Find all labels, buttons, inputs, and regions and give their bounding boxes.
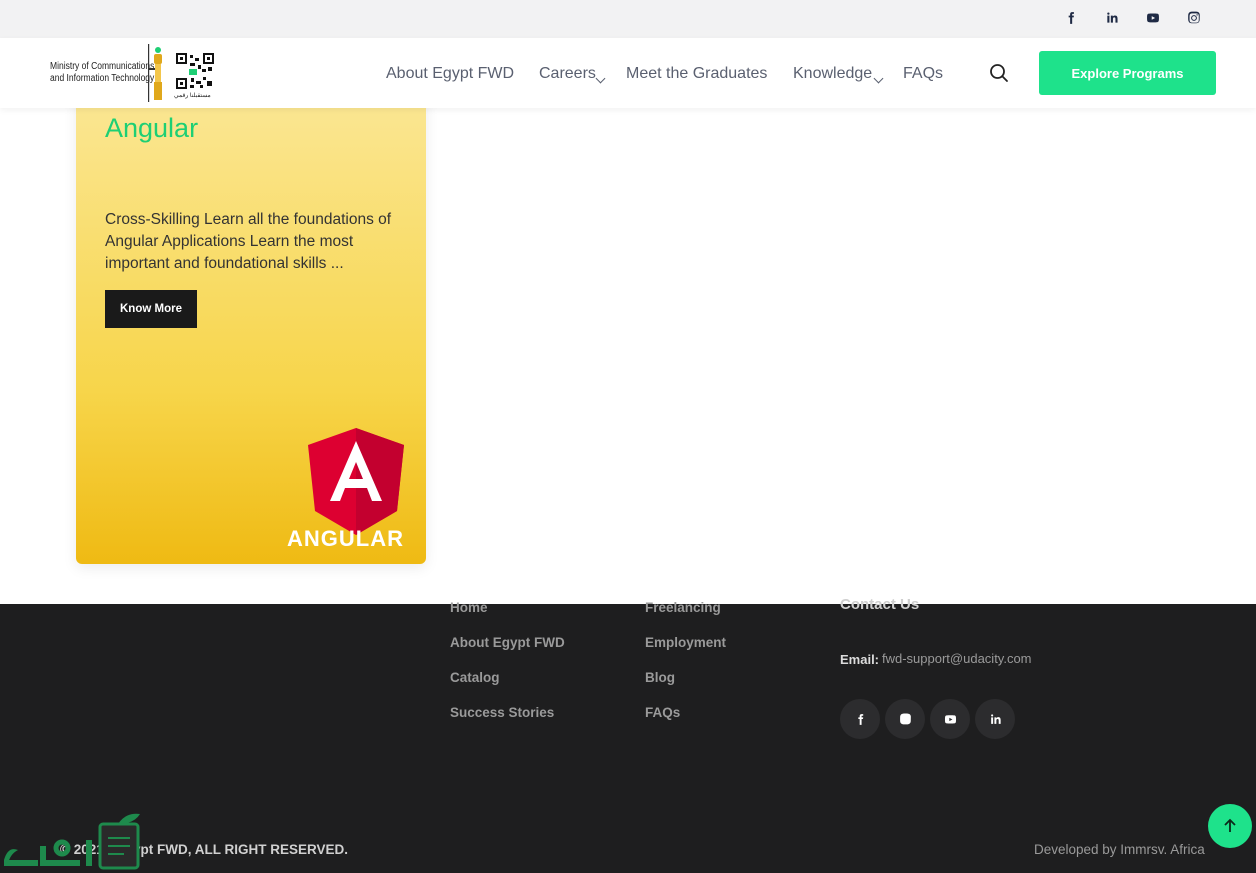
footer-facebook-icon[interactable] (840, 699, 880, 739)
nav-about[interactable]: About Egypt FWD (386, 65, 514, 83)
knowledge-chevron-down-icon[interactable] (873, 73, 884, 84)
angular-logo-icon (308, 428, 404, 535)
site-watermark-logo (4, 813, 140, 870)
footer-link-about[interactable]: About Egypt FWD (450, 635, 565, 650)
main-navbar: Ministry of Communications and Informati… (0, 38, 1256, 108)
footer-link-faqs[interactable]: FAQs (645, 705, 680, 720)
nav-meet-graduates[interactable]: Meet the Graduates (626, 65, 767, 83)
scroll-to-top-button[interactable] (1208, 804, 1252, 848)
contact-heading: Contact Us (840, 596, 920, 613)
know-more-button[interactable]: Know More (105, 290, 197, 328)
pharaoh-figure-icon (148, 44, 162, 102)
footer-link-catalog[interactable]: Catalog (450, 670, 500, 685)
footer-link-success-stories[interactable]: Success Stories (450, 705, 554, 720)
course-description: Cross-Skilling Learn all the foundations… (105, 211, 392, 272)
footer-link-blog[interactable]: Blog (645, 670, 675, 685)
top-social-bar (0, 0, 1256, 38)
course-title[interactable]: Angular (105, 113, 198, 144)
course-card: Angular Cross-Skilling Learn all the fou… (76, 70, 426, 564)
explore-programs-button[interactable]: Explore Programs (1039, 51, 1216, 95)
nav-faqs[interactable]: FAQs (903, 65, 943, 83)
ministry-logo[interactable]: Ministry of Communications and Informati… (50, 44, 220, 102)
developer-credit[interactable]: Developed by Immrsv. Africa (1034, 842, 1205, 857)
footer-linkedin-icon[interactable] (975, 699, 1015, 739)
footer-link-freelancing[interactable]: Freelancing (645, 600, 721, 615)
instagram-icon[interactable] (1184, 8, 1204, 28)
qr-caption: مستقبلنا رقمي (174, 93, 211, 99)
search-icon[interactable] (988, 62, 1010, 84)
linkedin-icon[interactable] (1102, 8, 1122, 28)
youtube-icon[interactable] (1143, 8, 1163, 28)
facebook-icon[interactable] (1061, 8, 1081, 28)
angular-logo-text: ANGULAR (287, 526, 404, 551)
nav-knowledge[interactable]: Knowledge (793, 65, 872, 83)
footer: Home About Egypt FWD Catalog Success Sto… (0, 596, 1256, 873)
footer-instagram-icon[interactable] (885, 699, 925, 739)
footer-link-home[interactable]: Home (450, 600, 488, 615)
email-link[interactable]: fwd-support@udacity.com (882, 651, 1032, 666)
nav-careers[interactable]: Careers (539, 65, 596, 83)
footer-link-employment[interactable]: Employment (645, 635, 726, 650)
qr-code-icon (176, 53, 214, 89)
email-label: Email: (840, 652, 880, 667)
careers-chevron-down-icon[interactable] (595, 73, 606, 84)
ministry-name: Ministry of Communications and Informati… (50, 61, 155, 84)
arrow-up-icon (1224, 818, 1236, 832)
footer-youtube-icon[interactable] (930, 699, 970, 739)
